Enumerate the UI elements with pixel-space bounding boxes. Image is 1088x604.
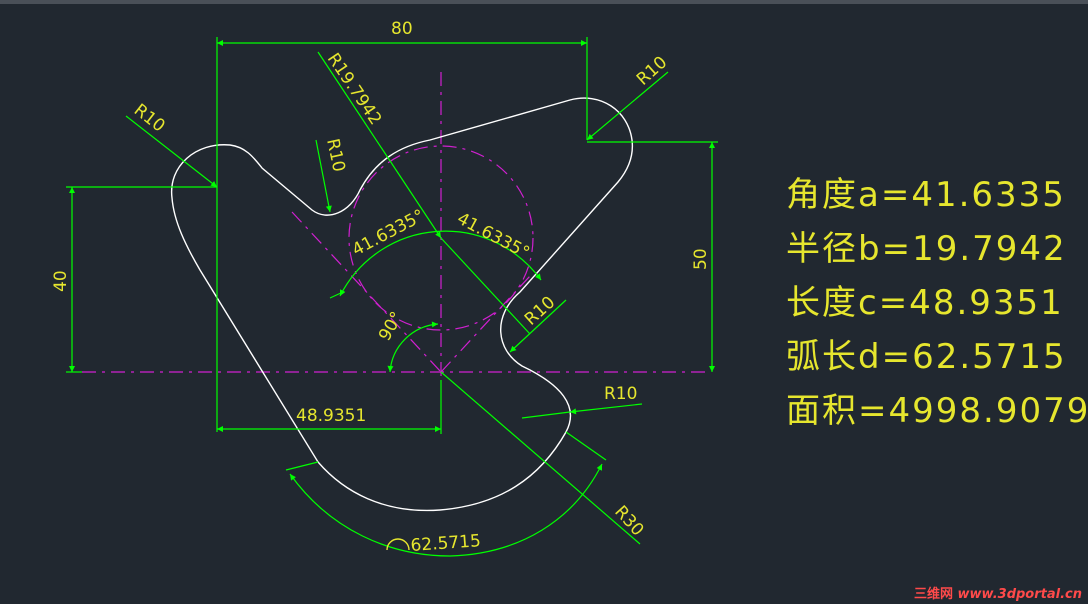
dimension-texts: 80 50 40 R10 R10 R10 R19.7942 R10 R10 R3… bbox=[51, 19, 711, 556]
dim-text-r10-bottom-right: R10 bbox=[604, 384, 637, 404]
dim-text-r10-top-right: R10 bbox=[633, 52, 671, 89]
leader-r10-top-left bbox=[125, 115, 218, 188]
watermark: 三维网 www.3dportal.cn bbox=[914, 583, 1082, 602]
watermark-cn: 三维网 bbox=[913, 587, 953, 602]
dim-text-r10-mid-left: R10 bbox=[322, 137, 349, 174]
dim-text-angle-90: 90° bbox=[375, 308, 407, 344]
dim-text-50: 50 bbox=[691, 248, 711, 270]
dim-text-arc: 62.5715 bbox=[410, 531, 482, 556]
part-outline bbox=[170, 97, 634, 512]
dim-text-r19: R19.7942 bbox=[323, 50, 386, 129]
result-radius: 半径b=19.7942 bbox=[786, 229, 1067, 269]
result-angle: 角度a=41.6335 bbox=[786, 175, 1066, 215]
dim-text-80: 80 bbox=[391, 19, 413, 39]
results-panel: 角度a=41.6335 半径b=19.7942 长度c=48.9351 弧长d=… bbox=[786, 168, 1088, 438]
dimension-lines bbox=[66, 37, 718, 557]
dim-text-r10-top-left: R10 bbox=[130, 100, 169, 136]
watermark-url: www.3dportal.cn bbox=[957, 587, 1082, 602]
result-arc: 弧长d=62.5715 bbox=[786, 337, 1067, 377]
dim-text-angle-right: 41.6335° bbox=[454, 209, 533, 264]
result-length: 长度c=48.9351 bbox=[786, 283, 1064, 323]
dim-text-r10-mid-right: R10 bbox=[521, 292, 559, 329]
arc-symbol bbox=[386, 538, 410, 551]
dim-text-r30: R30 bbox=[610, 502, 647, 540]
dim-text-48: 48.9351 bbox=[296, 406, 366, 426]
right-construction-line bbox=[440, 275, 531, 373]
dim-text-40: 40 bbox=[51, 270, 71, 292]
dim-text-angle-left: 41.6335° bbox=[349, 206, 428, 261]
leader-r10-bottom-right bbox=[569, 403, 643, 415]
result-area: 面积=4998.9079 bbox=[786, 391, 1088, 431]
leader-r10-top-right bbox=[586, 71, 669, 141]
